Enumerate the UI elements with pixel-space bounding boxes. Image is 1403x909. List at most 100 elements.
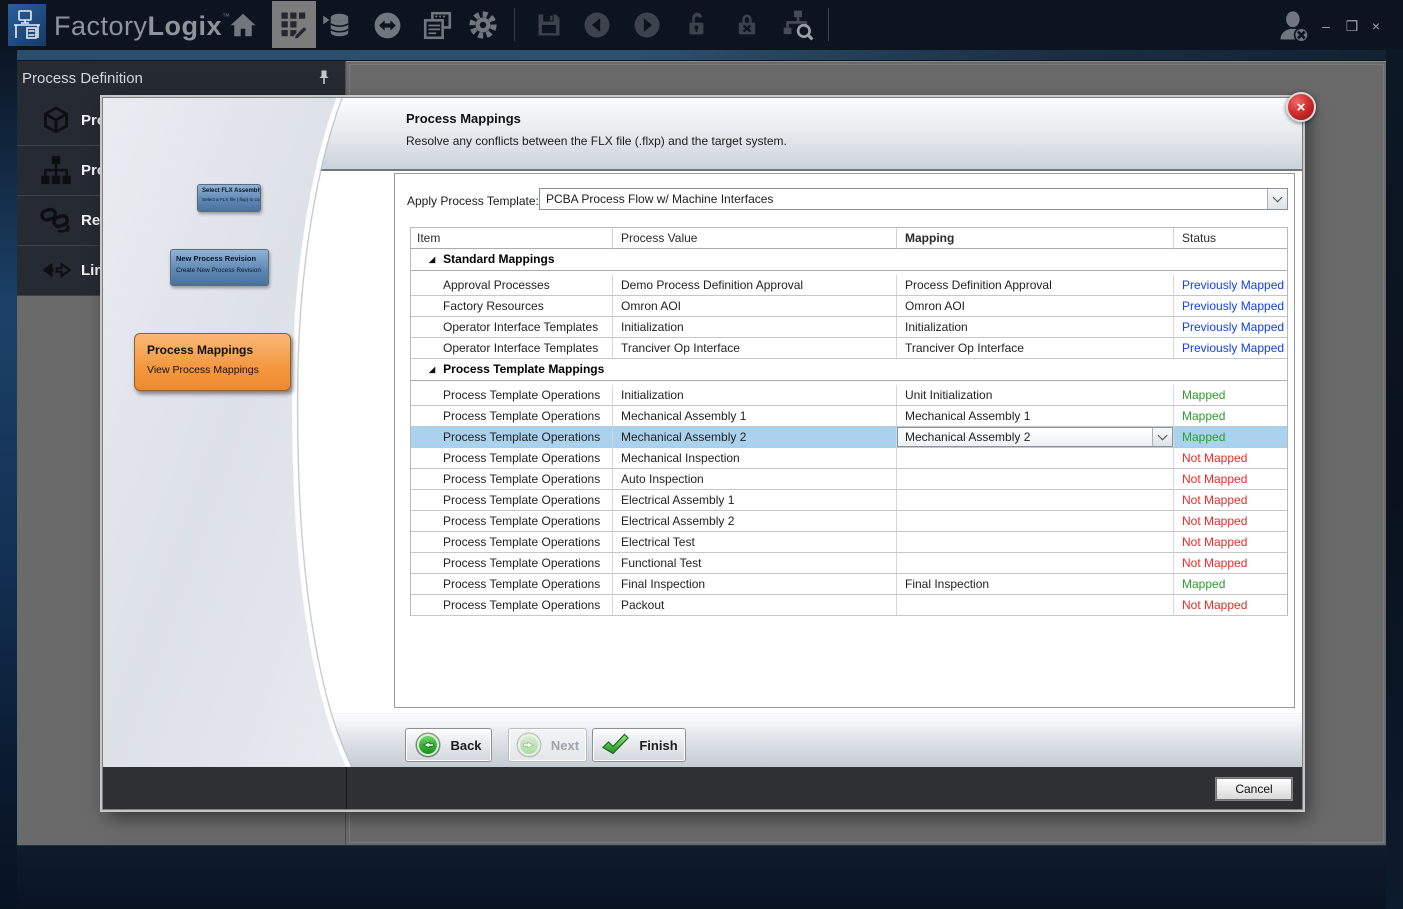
cell-mapping[interactable] xyxy=(897,511,1174,532)
cell-process-value: Electrical Assembly 1 xyxy=(613,490,897,511)
mapping-combobox-value: Mechanical Assembly 2 xyxy=(898,427,1152,447)
table-row[interactable]: Process Template Operations Packout Not … xyxy=(411,595,1287,616)
cell-process-value: Functional Test xyxy=(613,553,897,574)
window-minimize-button[interactable]: – xyxy=(1316,16,1336,36)
table-row[interactable]: Approval Processes Demo Process Definiti… xyxy=(411,275,1287,296)
save-icon[interactable] xyxy=(532,8,566,42)
home-icon[interactable] xyxy=(226,8,260,42)
dialog-title: Process Mappings xyxy=(406,111,521,126)
sync-icon[interactable] xyxy=(370,8,404,42)
table-row[interactable]: Process Template Operations Mechanical I… xyxy=(411,448,1287,469)
finish-button[interactable]: Finish xyxy=(592,728,686,762)
cell-process-value: Auto Inspection xyxy=(613,469,897,490)
column-header-item[interactable]: Item xyxy=(411,228,613,249)
lock-remove-icon[interactable] xyxy=(730,8,764,42)
next-button-disabled[interactable]: Next xyxy=(508,728,587,762)
cell-mapping[interactable]: Unit Initialization xyxy=(897,385,1174,406)
cell-mapping[interactable]: Omron AOI xyxy=(897,296,1174,317)
wizard-step-select-flx-assembly[interactable]: Select FLX Assembly Select a FLX file (.… xyxy=(197,184,261,212)
mappings-table: Item Process Value Mapping Status ◢ Stan… xyxy=(410,227,1288,616)
cancel-button[interactable]: Cancel xyxy=(1216,778,1292,800)
undo-back-icon[interactable] xyxy=(580,8,614,42)
expander-icon[interactable]: ◢ xyxy=(429,256,435,264)
table-row[interactable]: Process Template Operations Electrical A… xyxy=(411,490,1287,511)
redo-forward-icon[interactable] xyxy=(630,8,664,42)
settings-gear-icon[interactable] xyxy=(466,8,500,42)
expander-icon[interactable]: ◢ xyxy=(429,366,435,374)
cell-process-value: Initialization xyxy=(613,385,897,406)
brand-text: FactoryLogix™ xyxy=(54,9,231,43)
table-row[interactable]: Process Template Operations Functional T… xyxy=(411,553,1287,574)
next-button-label: Next xyxy=(551,738,579,753)
cell-status: Not Mapped xyxy=(1174,595,1287,616)
group-label: Standard Mappings xyxy=(443,249,554,270)
unlock-icon[interactable] xyxy=(680,8,714,42)
cell-process-value: Electrical Test xyxy=(613,532,897,553)
toolbar-divider xyxy=(514,8,515,41)
table-header-row: Item Process Value Mapping Status xyxy=(411,228,1287,249)
user-logout-icon[interactable] xyxy=(1276,8,1312,44)
cell-mapping[interactable]: Mechanical Assembly 2 xyxy=(897,427,1174,448)
cell-mapping[interactable] xyxy=(897,595,1174,616)
chevron-down-icon[interactable] xyxy=(1152,428,1172,446)
mapping-combobox[interactable]: Mechanical Assembly 2 xyxy=(897,427,1173,447)
pin-icon[interactable] xyxy=(317,69,331,90)
cell-mapping[interactable] xyxy=(897,448,1174,469)
table-row[interactable]: Factory Resources Omron AOI Omron AOI Pr… xyxy=(411,296,1287,317)
process-definition-nav-icon[interactable] xyxy=(272,1,316,48)
cell-item: Process Template Operations xyxy=(411,595,613,616)
table-row[interactable]: Process Template Operations Auto Inspect… xyxy=(411,469,1287,490)
back-button[interactable]: Back xyxy=(405,728,492,762)
cell-status: Not Mapped xyxy=(1174,490,1287,511)
table-row[interactable]: Operator Interface Templates Tranciver O… xyxy=(411,338,1287,359)
column-header-status[interactable]: Status xyxy=(1174,228,1287,249)
window-close-button[interactable]: × xyxy=(1366,16,1386,36)
cell-process-value: Demo Process Definition Approval xyxy=(613,275,897,296)
cell-mapping[interactable]: Final Inspection xyxy=(897,574,1174,595)
column-header-mapping[interactable]: Mapping xyxy=(897,228,1174,249)
cell-mapping[interactable] xyxy=(897,469,1174,490)
reroute-icon xyxy=(39,203,73,237)
table-row[interactable]: Process Template Operations Electrical T… xyxy=(411,532,1287,553)
table-row[interactable]: Process Template Operations Mechanical A… xyxy=(411,427,1287,448)
cell-status: Previously Mapped xyxy=(1174,317,1287,338)
dialog-close-icon[interactable]: × xyxy=(1286,92,1316,122)
wizard-step-process-mappings-active[interactable]: Process Mappings View Process Mappings xyxy=(134,333,291,391)
process-search-icon[interactable] xyxy=(778,8,818,42)
cell-item: Process Template Operations xyxy=(411,469,613,490)
table-group-row[interactable]: ◢ Standard Mappings xyxy=(411,249,1287,271)
processes-icon xyxy=(39,153,73,187)
cell-status: Previously Mapped xyxy=(1174,296,1287,317)
cell-mapping[interactable]: Initialization xyxy=(897,317,1174,338)
table-row[interactable]: Process Template Operations Electrical A… xyxy=(411,511,1287,532)
wizard-step-new-process-revision[interactable]: New Process Revision Create New Process … xyxy=(170,249,269,286)
cell-process-value: Tranciver Op Interface xyxy=(613,338,897,359)
cell-mapping[interactable] xyxy=(897,490,1174,511)
cell-mapping[interactable]: Mechanical Assembly 1 xyxy=(897,406,1174,427)
step-subtitle: Create New Process Revision xyxy=(176,267,263,274)
column-header-process-value[interactable]: Process Value xyxy=(613,228,897,249)
cell-process-value: Electrical Assembly 2 xyxy=(613,511,897,532)
table-group-row[interactable]: ◢ Process Template Mappings xyxy=(411,359,1287,381)
cell-status: Mapped xyxy=(1174,385,1287,406)
cell-mapping[interactable] xyxy=(897,532,1174,553)
table-row[interactable]: Process Template Operations Final Inspec… xyxy=(411,574,1287,595)
chevron-down-icon[interactable] xyxy=(1267,189,1287,209)
process-template-combobox[interactable]: PCBA Process Flow w/ Machine Interfaces xyxy=(539,188,1288,210)
window-maximize-button[interactable]: ❒ xyxy=(1342,16,1362,36)
documents-icon[interactable] xyxy=(420,8,454,42)
cell-mapping[interactable] xyxy=(897,553,1174,574)
cell-mapping[interactable]: Tranciver Op Interface xyxy=(897,338,1174,359)
cell-status: Previously Mapped xyxy=(1174,338,1287,359)
finish-check-icon xyxy=(600,732,630,758)
cell-status: Not Mapped xyxy=(1174,511,1287,532)
sidebar-title-text: Process Definition xyxy=(22,70,143,87)
data-import-icon[interactable] xyxy=(320,8,354,42)
mapping-text: Process Definition Approval xyxy=(905,278,1052,292)
cell-status: Not Mapped xyxy=(1174,532,1287,553)
table-row[interactable]: Process Template Operations Mechanical A… xyxy=(411,406,1287,427)
brand-factory: Factory xyxy=(54,11,148,42)
cell-mapping[interactable]: Process Definition Approval xyxy=(897,275,1174,296)
table-row[interactable]: Operator Interface Templates Initializat… xyxy=(411,317,1287,338)
table-row[interactable]: Process Template Operations Initializati… xyxy=(411,385,1287,406)
